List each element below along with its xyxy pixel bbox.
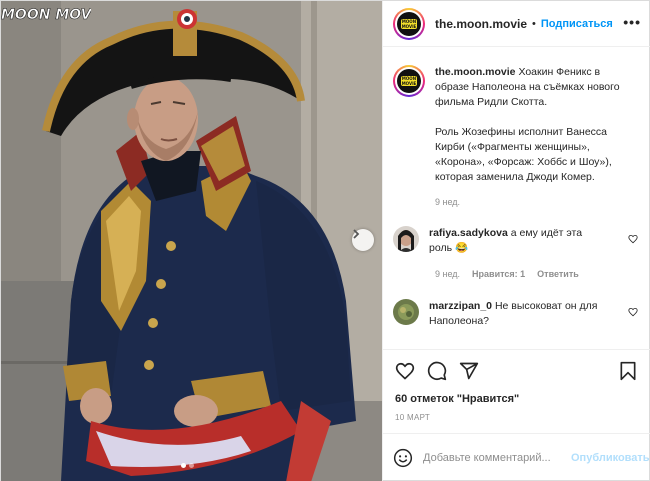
post-image[interactable]: MOON MOVIE [1, 1, 382, 481]
moon-movie-watermark: MOON MOVIE [1, 7, 91, 24]
napoleon-photo [1, 1, 382, 481]
caption-avatar[interactable]: MOON MOVIE [393, 65, 425, 97]
author-username[interactable]: the.moon.movie [435, 17, 527, 31]
action-bar [383, 349, 650, 389]
follow-button[interactable]: Подписаться [541, 18, 613, 30]
moon-movie-logo-icon: MOON MOVIE [401, 76, 417, 86]
publish-button[interactable]: Опубликовать [571, 452, 650, 464]
likes-count[interactable]: 60 отметок "Нравится" [395, 393, 519, 405]
comment-likes[interactable]: Нравится: 1 [472, 269, 525, 279]
carousel-dot [189, 463, 194, 468]
author-avatar[interactable]: MOON MOVIE [393, 7, 425, 40]
comment-like-icon[interactable] [628, 234, 638, 244]
commenter-avatar[interactable] [393, 226, 419, 252]
emoji-icon[interactable] [393, 448, 413, 468]
comment-text: rafiya.sadykova а ему идёт эта роль 😂 [429, 226, 599, 256]
reply-button[interactable]: Ответить [537, 269, 579, 279]
user-photo-icon [393, 299, 419, 325]
comment-username[interactable]: rafiya.sadykova [429, 227, 508, 239]
comment-row: marzzipan_0 Не высоковат он для Наполеон… [393, 299, 643, 329]
caption-username[interactable]: the.moon.movie [435, 66, 516, 78]
post-header: MOON MOVIE the.moon.movie • Подписаться •… [383, 1, 650, 47]
comment-meta: 9 нед. Нравится: 1 Ответить [435, 269, 579, 279]
chevron-right-icon [353, 229, 360, 239]
comment-icon[interactable] [427, 361, 447, 381]
caption-body-2: Роль Жозефины исполнит Ванесса Кирби («Ф… [435, 126, 612, 183]
next-image-button[interactable] [352, 229, 374, 251]
caption-time: 9 нед. [435, 197, 461, 207]
caption-meta: 9 нед. [435, 197, 460, 207]
caption-row: MOON MOVIE the.moon.movie Хоакин Феникс в… [393, 65, 643, 185]
carousel-dot [181, 463, 186, 468]
bookmark-icon[interactable] [619, 361, 637, 381]
caption-text: the.moon.movie Хоакин Феникс в образе На… [435, 65, 635, 110]
like-icon[interactable] [395, 361, 415, 381]
comment-text: marzzipan_0 Не высоковат он для Наполеон… [429, 299, 609, 329]
carousel-indicator [181, 463, 194, 468]
post-side-panel: MOON MOVIE the.moon.movie • Подписаться •… [382, 1, 650, 481]
comment-like-icon[interactable] [628, 307, 638, 317]
comments-list: MOON MOVIE the.moon.movie Хоакин Феникс в… [383, 48, 650, 348]
svg-text:MOON MOVIE: MOON MOVIE [1, 7, 91, 23]
post-dialog: MOON MOVIE MOONMOVIE the.moon.movie • По… [0, 0, 650, 481]
comment-time: 9 нед. [435, 269, 461, 279]
header-separator: • [532, 17, 536, 30]
comment-input[interactable] [423, 452, 563, 464]
moon-movie-logo-icon: MOON MOVIE [401, 18, 417, 29]
comment-row: rafiya.sadykova а ему идёт эта роль 😂 [393, 226, 643, 256]
user-photo-icon [393, 226, 419, 252]
comment-username[interactable]: marzzipan_0 [429, 300, 492, 312]
share-icon[interactable] [459, 361, 479, 381]
commenter-avatar[interactable] [393, 299, 419, 325]
add-comment-bar: Опубликовать [383, 433, 650, 481]
more-options-icon[interactable]: ••• [623, 15, 641, 29]
post-date: 10 МАРТ [395, 413, 431, 422]
